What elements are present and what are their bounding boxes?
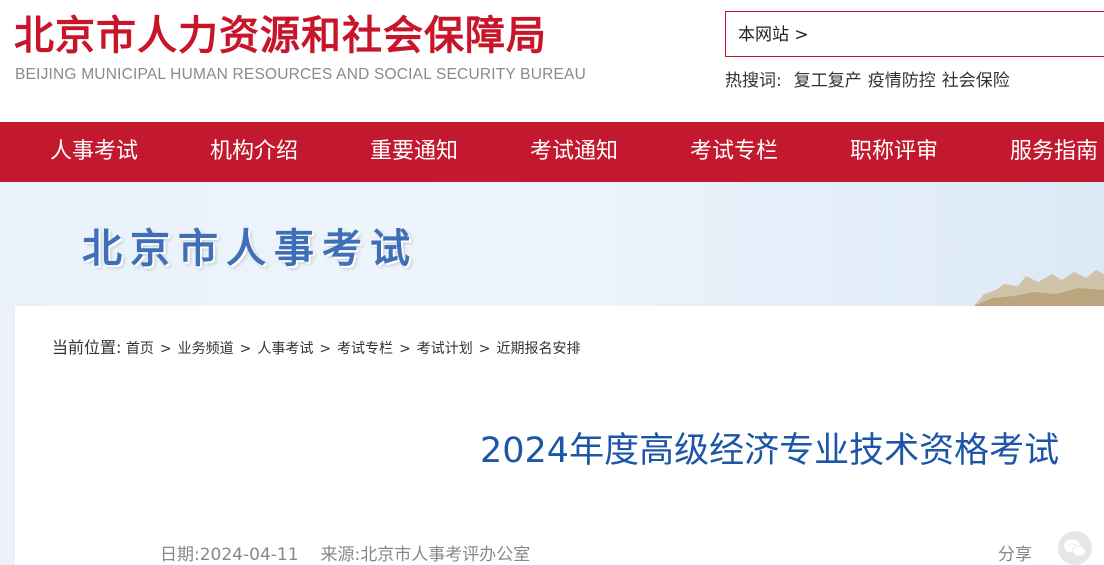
date-label: 日期: <box>160 545 200 565</box>
article-title: 2024年度高级经济专业技术资格考试 <box>480 431 1060 471</box>
hot-search-label: 热搜词: <box>725 71 782 91</box>
breadcrumb-separator: > <box>399 341 411 357</box>
site-logo-english: BEIJING MUNICIPAL HUMAN RESOURCES AND SO… <box>15 66 586 83</box>
breadcrumb-current[interactable]: 近期报名安排 <box>497 341 581 357</box>
search-scope-selector[interactable]: 本网站 > <box>738 20 809 45</box>
hot-search-words: 热搜词: 复工复产 疫情防控 社会保险 <box>725 66 1016 91</box>
share-label: 分享 <box>998 545 1032 565</box>
main-nav: 人事考试 机构介绍 重要通知 考试通知 考试专栏 职称评审 服务指南 <box>0 122 1104 182</box>
breadcrumb: 当前位置: 首页 > 业务频道 > 人事考试 > 考试专栏 > 考试计划 > 近期报名安排 <box>52 334 581 358</box>
nav-item-exam-notices[interactable]: 考试通知 <box>530 122 618 182</box>
breadcrumb-link[interactable]: 考试专栏 <box>337 341 393 357</box>
channel-banner: 北京市人事考试 <box>0 182 1104 306</box>
site-logo-chinese[interactable]: 北京市人力资源和社会保障局 <box>14 10 547 62</box>
nav-item-important-notices[interactable]: 重要通知 <box>370 122 458 182</box>
article-meta: 日期:2024-04-11 来源:北京市人事考评办公室 <box>160 540 530 565</box>
wechat-glyph <box>1064 539 1086 557</box>
hot-word-link[interactable]: 社会保险 <box>942 71 1010 91</box>
nav-item-exam-column[interactable]: 考试专栏 <box>690 122 778 182</box>
nav-item-about[interactable]: 机构介绍 <box>210 122 298 182</box>
nav-item-title-review[interactable]: 职称评审 <box>850 122 938 182</box>
nav-item-personnel-exam[interactable]: 人事考试 <box>50 122 138 182</box>
breadcrumb-link[interactable]: 人事考试 <box>257 341 313 357</box>
breadcrumb-link[interactable]: 首页 <box>126 341 154 357</box>
breadcrumb-link[interactable]: 业务频道 <box>178 341 234 357</box>
banner-title: 北京市人事考试 <box>82 226 418 272</box>
breadcrumb-label: 当前位置: <box>52 338 122 357</box>
breadcrumb-separator: > <box>478 341 491 357</box>
site-header: 北京市人力资源和社会保障局 BEIJING MUNICIPAL HUMAN RE… <box>0 0 1104 122</box>
breadcrumb-separator: > <box>239 341 252 357</box>
article-source: 北京市人事考评办公室 <box>360 545 531 565</box>
breadcrumb-separator: > <box>159 341 172 357</box>
search-box[interactable]: 本网站 > <box>725 11 1104 57</box>
wechat-icon[interactable] <box>1058 531 1092 565</box>
breadcrumb-link[interactable]: 考试计划 <box>417 341 473 357</box>
hot-word-link[interactable]: 复工复产 <box>794 71 862 91</box>
nav-item-service-guide[interactable]: 服务指南 <box>1010 122 1098 182</box>
breadcrumb-separator: > <box>319 341 332 357</box>
source-label: 来源: <box>320 545 361 565</box>
publish-date: 2024-04-11 <box>199 545 299 565</box>
left-page-margin <box>0 306 15 565</box>
skyline-illustration <box>974 270 1104 306</box>
hot-word-link[interactable]: 疫情防控 <box>868 71 936 91</box>
